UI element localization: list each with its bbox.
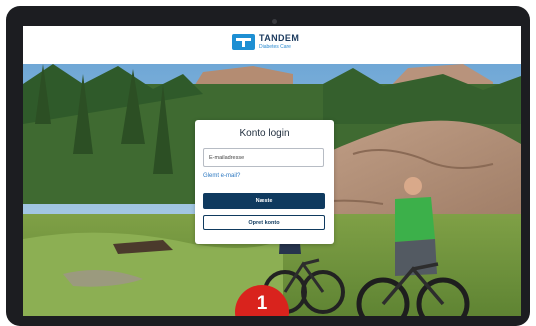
email-field[interactable] (203, 148, 324, 167)
brand-name: TANDEM (259, 33, 300, 43)
next-button[interactable]: Næste (203, 193, 325, 209)
site-header: TANDEM Diabetes Care (23, 26, 521, 64)
camera-dot (272, 19, 277, 24)
screen: TANDEM Diabetes Care Konto login E-maila… (23, 26, 521, 316)
login-title: Konto login (239, 128, 290, 139)
tandem-logo-icon (232, 34, 255, 50)
login-card: Konto login Glemt e-mail? Næste Opret ko… (195, 120, 334, 244)
forgot-email-link[interactable]: Glemt e-mail? (203, 173, 240, 179)
create-account-button[interactable]: Opret konto (203, 215, 325, 230)
brand-subtitle: Diabetes Care (259, 44, 291, 50)
hero-photo: Konto login Glemt e-mail? Næste Opret ko… (23, 64, 521, 316)
